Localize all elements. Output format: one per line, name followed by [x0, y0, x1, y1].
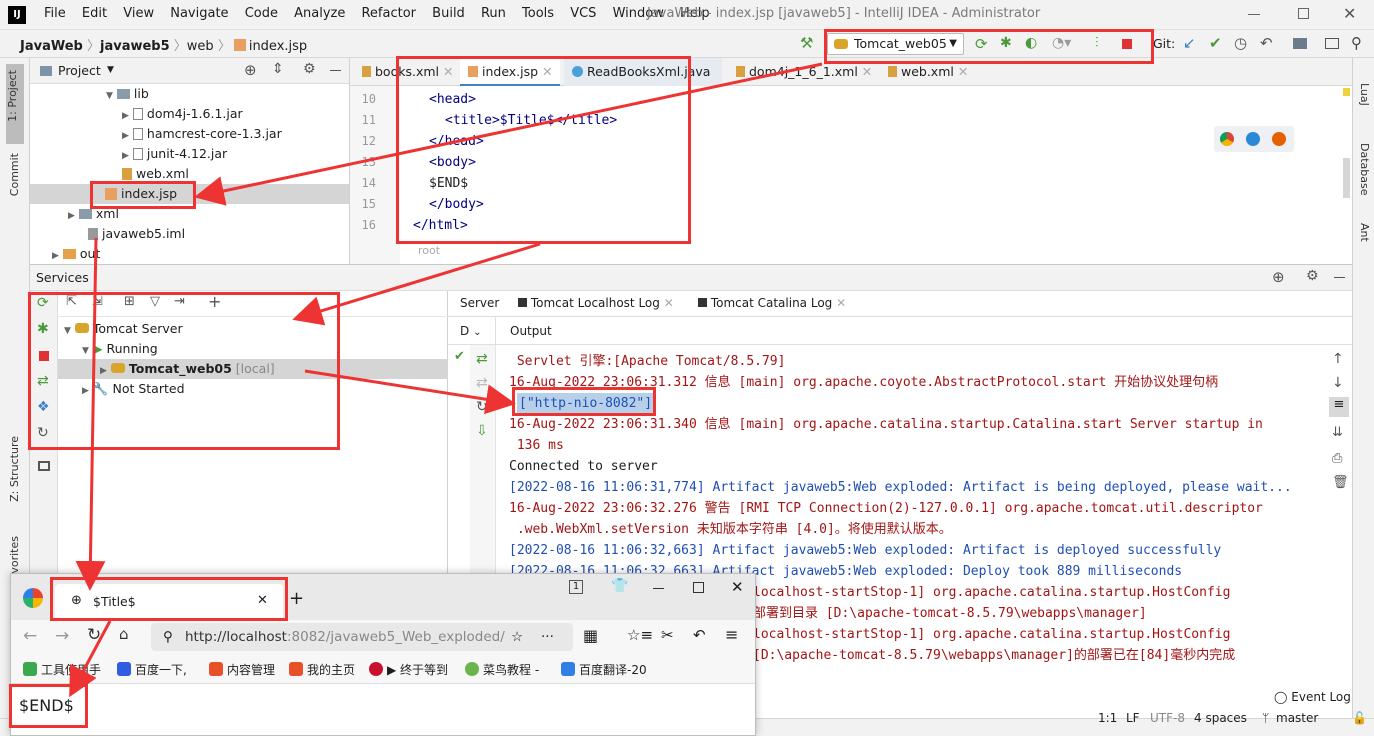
arrow-toolbar-to-index — [194, 62, 823, 206]
annotation-arrows — [69, 62, 823, 698]
arrow-services-to-port — [304, 369, 516, 415]
arrow-code-to-services — [292, 242, 541, 326]
arrow-tab-to-page — [69, 620, 112, 698]
arrow-index-to-browser — [75, 237, 106, 591]
